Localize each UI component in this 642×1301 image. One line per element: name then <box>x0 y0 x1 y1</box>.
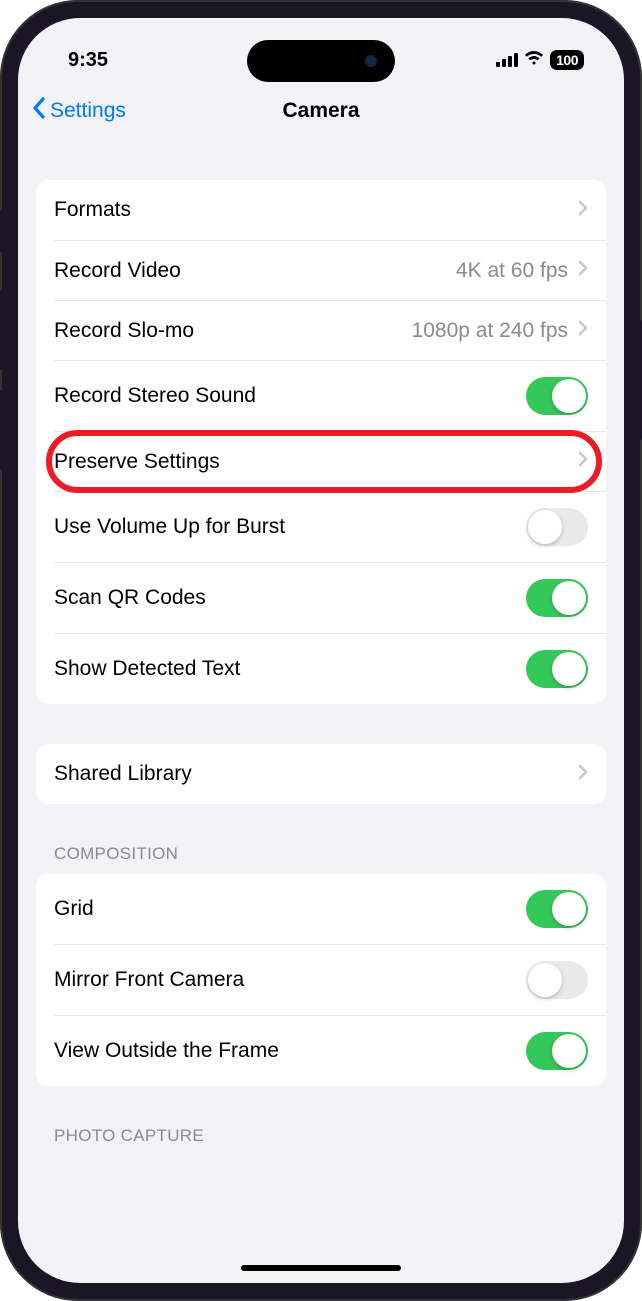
row-label: Formats <box>54 198 131 222</box>
screen: 9:35 100 Settings Camera <box>18 18 624 1283</box>
row-label: Show Detected Text <box>54 657 240 681</box>
settings-group-composition: Grid Mirror Front Camera View Outside th… <box>36 874 606 1086</box>
row-shared-library[interactable]: Shared Library <box>36 744 606 804</box>
row-stereo-sound: Record Stereo Sound <box>54 360 606 431</box>
toggle-volume-burst[interactable] <box>526 508 588 546</box>
row-preserve-settings[interactable]: Preserve Settings <box>54 431 606 491</box>
toggle-outside-frame[interactable] <box>526 1032 588 1070</box>
chevron-right-icon <box>578 260 588 281</box>
dynamic-island <box>247 40 395 82</box>
row-label: Use Volume Up for Burst <box>54 515 285 539</box>
row-record-video[interactable]: Record Video 4K at 60 fps <box>54 240 606 300</box>
row-value: 4K at 60 fps <box>456 259 568 283</box>
side-button <box>0 390 2 470</box>
page-title: Camera <box>282 99 359 123</box>
row-label: Record Video <box>54 259 181 283</box>
row-label: Record Slo-mo <box>54 319 194 343</box>
status-time: 9:35 <box>68 49 108 72</box>
row-mirror-front: Mirror Front Camera <box>54 944 606 1015</box>
battery-icon: 100 <box>550 50 584 70</box>
toggle-stereo-sound[interactable] <box>526 377 588 415</box>
side-button <box>0 290 2 370</box>
row-label: Shared Library <box>54 762 192 786</box>
row-label: View Outside the Frame <box>54 1039 279 1063</box>
row-label: Record Stereo Sound <box>54 384 256 408</box>
settings-group-main: Formats Record Video 4K at 60 fps Record… <box>36 180 606 704</box>
row-volume-burst: Use Volume Up for Burst <box>54 491 606 562</box>
back-label: Settings <box>50 99 126 123</box>
row-label: Mirror Front Camera <box>54 968 244 992</box>
row-value: 1080p at 240 fps <box>412 319 568 343</box>
settings-content: Formats Record Video 4K at 60 fps Record… <box>18 144 624 1156</box>
back-button[interactable]: Settings <box>30 96 126 126</box>
chevron-right-icon <box>578 764 588 785</box>
row-record-slomo[interactable]: Record Slo-mo 1080p at 240 fps <box>54 300 606 360</box>
chevron-right-icon <box>578 320 588 341</box>
nav-bar: Settings Camera <box>18 78 624 144</box>
section-header-photo-capture: PHOTO CAPTURE <box>36 1126 606 1156</box>
row-detected-text: Show Detected Text <box>54 633 606 704</box>
toggle-grid[interactable] <box>526 890 588 928</box>
wifi-icon <box>524 50 544 71</box>
side-button <box>0 210 2 252</box>
row-grid: Grid <box>36 874 606 944</box>
device-frame: 9:35 100 Settings Camera <box>0 0 642 1301</box>
row-label: Grid <box>54 897 94 921</box>
chevron-right-icon <box>578 200 588 221</box>
toggle-scan-qr[interactable] <box>526 579 588 617</box>
chevron-right-icon <box>578 451 588 472</box>
row-label: Preserve Settings <box>54 450 220 474</box>
toggle-mirror-front[interactable] <box>526 961 588 999</box>
row-outside-frame: View Outside the Frame <box>54 1015 606 1086</box>
home-indicator[interactable] <box>241 1265 401 1271</box>
section-header-composition: COMPOSITION <box>36 844 606 874</box>
row-formats[interactable]: Formats <box>36 180 606 240</box>
status-icons: 100 <box>496 50 584 71</box>
cellular-icon <box>496 53 518 67</box>
toggle-detected-text[interactable] <box>526 650 588 688</box>
row-scan-qr: Scan QR Codes <box>54 562 606 633</box>
settings-group-library: Shared Library <box>36 744 606 804</box>
row-label: Scan QR Codes <box>54 586 206 610</box>
chevron-left-icon <box>30 96 48 126</box>
